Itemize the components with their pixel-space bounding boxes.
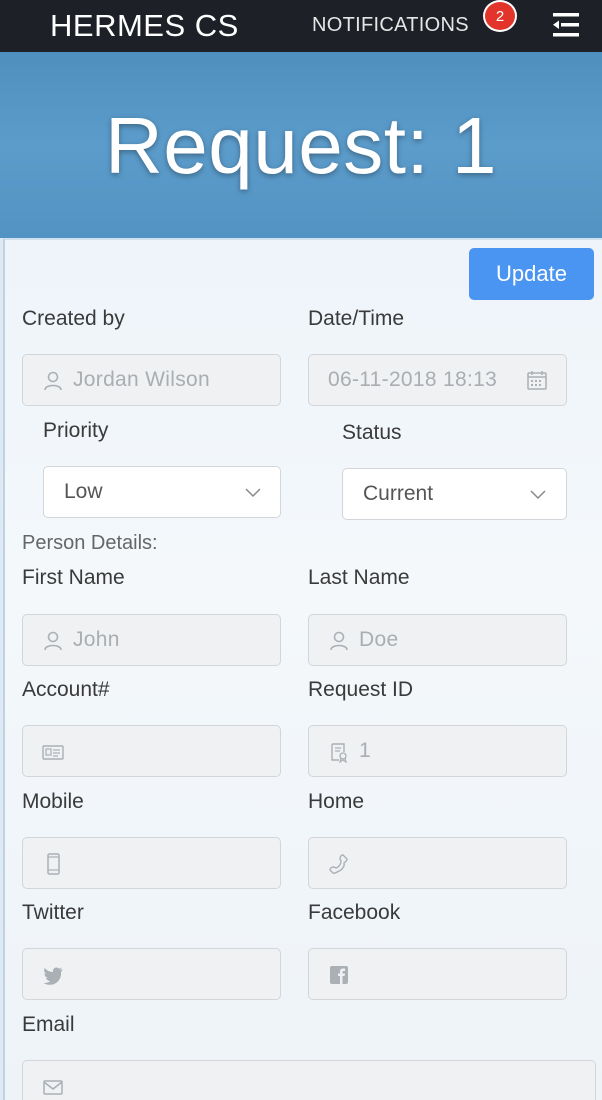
menu-collapse-icon[interactable]: [550, 10, 582, 40]
priority-selected-value: Low: [64, 480, 103, 503]
status-label: Status: [342, 421, 402, 444]
first-name-field[interactable]: John: [22, 614, 281, 666]
request-id-field[interactable]: 1: [308, 725, 567, 777]
email-field[interactable]: [22, 1060, 596, 1100]
twitter-label: Twitter: [22, 901, 84, 924]
envelope-icon: [43, 1080, 63, 1095]
datetime-label: Date/Time: [308, 307, 405, 330]
page-title: Request: 1: [105, 101, 497, 190]
account-label: Account#: [22, 678, 110, 701]
request-id-label: Request ID: [308, 678, 414, 701]
facebook-field[interactable]: [308, 948, 567, 1000]
user-icon: [330, 631, 348, 651]
created-by-label: Created by: [22, 307, 125, 330]
user-icon: [44, 371, 62, 391]
priority-select[interactable]: Low: [43, 466, 281, 518]
first-name-label: First Name: [22, 566, 125, 589]
page-header: Request: 1: [0, 52, 602, 238]
account-field[interactable]: [22, 725, 281, 777]
status-selected-value: Current: [363, 482, 434, 505]
update-button[interactable]: Update: [469, 248, 594, 300]
facebook-label: Facebook: [308, 901, 401, 924]
mobile-label: Mobile: [22, 790, 84, 813]
twitter-field[interactable]: [22, 948, 281, 1000]
last-name-field[interactable]: Doe: [308, 614, 567, 666]
brand-logo[interactable]: HERMES CS: [50, 8, 239, 44]
calendar-icon[interactable]: [526, 369, 548, 391]
first-name-value: John: [73, 628, 120, 651]
priority-label: Priority: [43, 419, 109, 442]
home-field[interactable]: [308, 837, 567, 889]
id-badge-icon: [331, 743, 347, 763]
top-navbar: HERMES CS NOTIFICATIONS 2: [0, 0, 602, 52]
mobile-field[interactable]: [22, 837, 281, 889]
request-id-value: 1: [359, 739, 371, 762]
chevron-down-icon: [245, 488, 261, 498]
datetime-field[interactable]: 06-11-2018 18:13: [308, 354, 567, 406]
id-card-icon: [42, 745, 64, 760]
person-details-heading: Person Details:: [22, 532, 158, 554]
status-select[interactable]: Current: [342, 468, 567, 520]
mobile-phone-icon: [47, 853, 60, 875]
twitter-icon: [43, 967, 63, 985]
email-label: Email: [22, 1013, 75, 1036]
notifications-badge: 2: [483, 0, 517, 32]
last-name-value: Doe: [359, 628, 399, 651]
chevron-down-icon: [530, 490, 546, 500]
created-by-field[interactable]: Jordan Wilson: [22, 354, 281, 406]
user-icon: [44, 631, 62, 651]
home-label: Home: [308, 790, 365, 813]
created-by-value: Jordan Wilson: [73, 368, 210, 391]
last-name-label: Last Name: [308, 566, 410, 589]
facebook-icon: [330, 966, 348, 984]
phone-icon: [329, 854, 348, 874]
datetime-value: 06-11-2018 18:13: [328, 368, 498, 391]
notifications-link[interactable]: NOTIFICATIONS: [312, 14, 469, 37]
